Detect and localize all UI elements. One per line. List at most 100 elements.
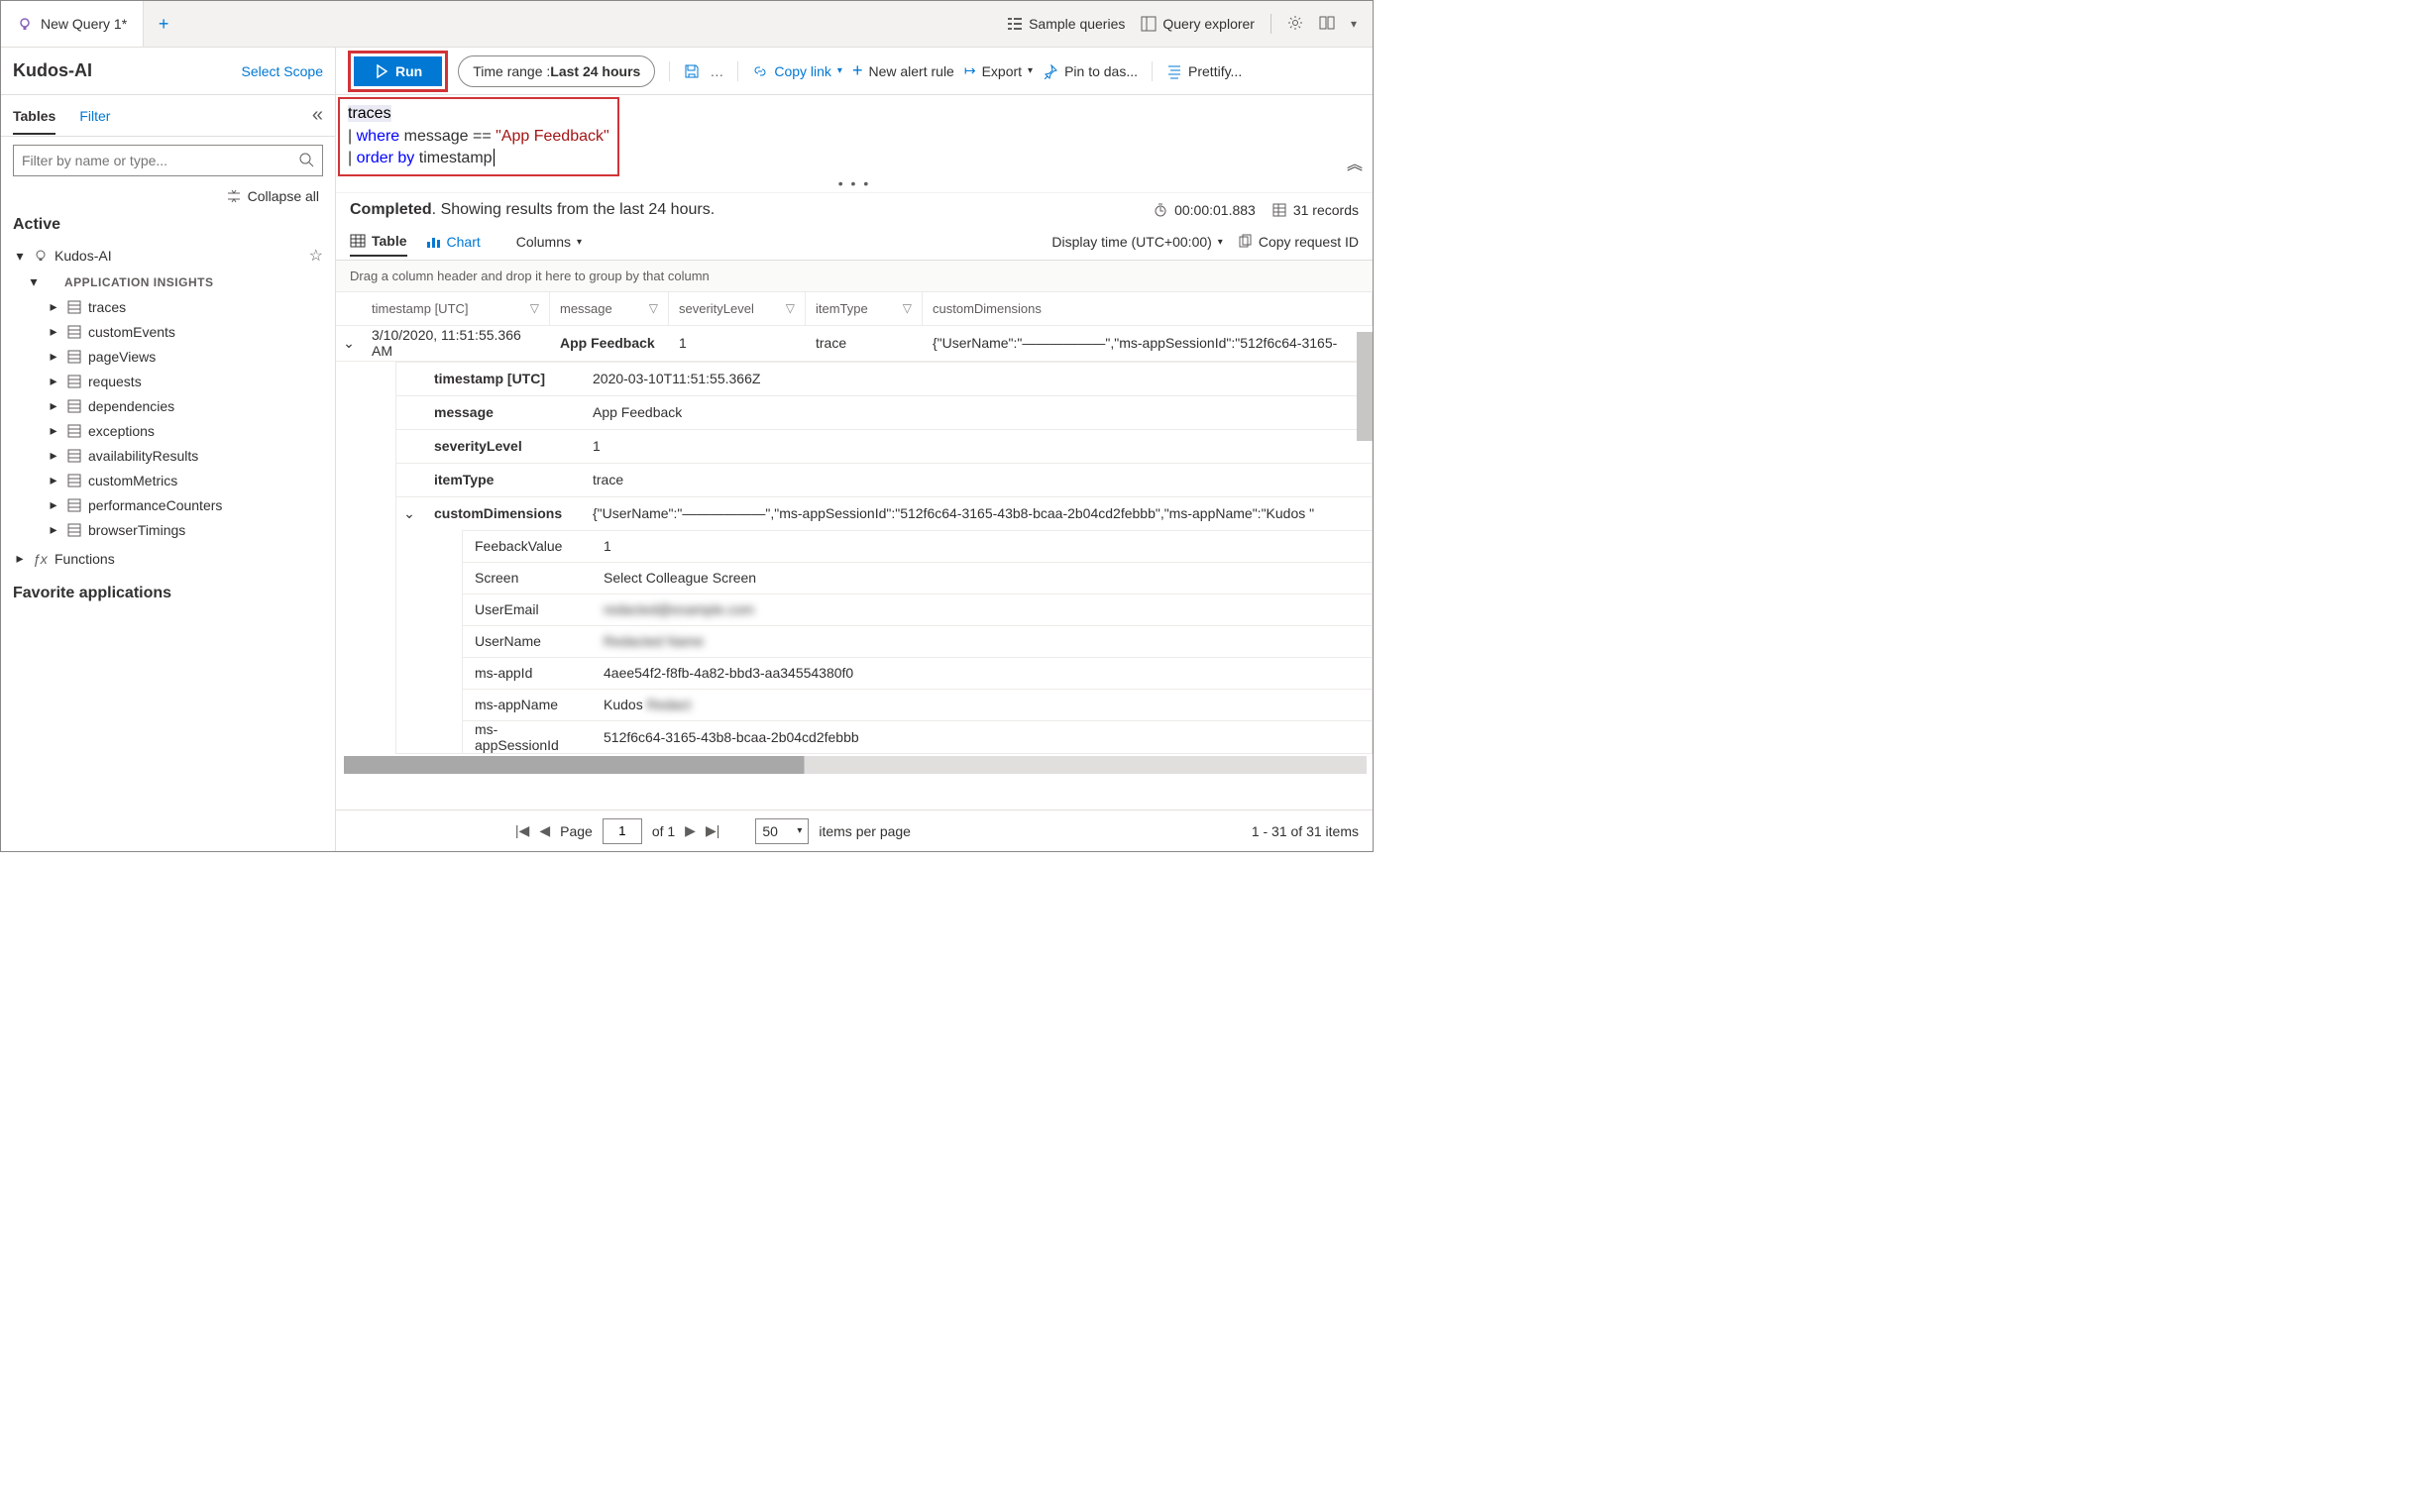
display-time-button[interactable]: Display time (UTC+00:00) ▾ [1051, 234, 1222, 250]
filter-icon[interactable]: ▽ [786, 301, 795, 315]
new-tab-button[interactable]: + [144, 1, 183, 47]
expand-detail-icon[interactable]: ⌄ [396, 505, 422, 522]
prettify-button[interactable]: Prettify... [1166, 63, 1242, 79]
sidebar-search[interactable] [13, 145, 323, 176]
horizontal-scrollbar[interactable] [344, 756, 1367, 774]
run-button[interactable]: Run [354, 56, 442, 86]
tree-group[interactable]: ▾ APPLICATION INSIGHTS [13, 270, 323, 294]
collapse-all-button[interactable]: Collapse all [226, 188, 319, 204]
copy-icon [1237, 234, 1253, 250]
tree-leaf-performanceCounters[interactable]: ▸performanceCounters [13, 492, 323, 517]
sub-key: FeebackValue [463, 538, 592, 554]
sub-key: ms-appName [463, 697, 592, 712]
vertical-scrollbar[interactable] [1357, 332, 1373, 441]
filter-icon[interactable]: ▽ [903, 301, 912, 315]
results-tab-table[interactable]: Table [350, 233, 407, 257]
filter-icon[interactable]: ▽ [530, 301, 539, 315]
pager-prev-icon[interactable]: ◀ [539, 822, 550, 839]
detail-key: itemType [422, 472, 581, 487]
new-alert-button[interactable]: + New alert rule [852, 60, 954, 81]
expand-row-icon[interactable]: ⌄ [336, 335, 362, 352]
tree-leaf-exceptions[interactable]: ▸exceptions [13, 418, 323, 443]
table-icon [66, 299, 82, 315]
plus-icon: + [852, 60, 863, 81]
col-message[interactable]: message▽ [550, 292, 669, 325]
copy-request-id-button[interactable]: Copy request ID [1237, 234, 1359, 250]
search-input[interactable] [22, 153, 298, 168]
sub-key: UserEmail [463, 601, 592, 617]
page-number-input[interactable] [603, 818, 642, 844]
detail-key: customDimensions [422, 505, 581, 521]
pager-first-icon[interactable]: |◀ [515, 822, 529, 839]
caret-right-icon: ▸ [47, 397, 60, 414]
table-row[interactable]: ⌄ 3/10/2020, 11:51:55.366 AM App Feedbac… [336, 326, 1373, 362]
sidebar-tab-filter[interactable]: Filter [79, 108, 110, 124]
table-icon [66, 398, 82, 414]
columns-button[interactable]: Columns ▾ [516, 234, 582, 250]
format-icon [1166, 63, 1182, 79]
select-scope-link[interactable]: Select Scope [242, 63, 324, 79]
query-editor[interactable]: traces | where message == "App Feedback"… [340, 99, 617, 174]
query-explorer-button[interactable]: Query explorer [1141, 16, 1255, 32]
pager-next-icon[interactable]: ▶ [685, 822, 696, 839]
tree-leaf-dependencies[interactable]: ▸dependencies [13, 393, 323, 418]
expand-up-icon[interactable]: ︽ [1347, 151, 1363, 174]
sub-row: ScreenSelect Colleague Screen [463, 562, 1372, 594]
sub-value: redacted@example.com [592, 601, 1372, 617]
sub-value: 1 [592, 538, 1372, 554]
pager-last-icon[interactable]: ▶| [706, 822, 719, 839]
table-icon [66, 473, 82, 488]
pager-summary: 1 - 31 of 31 items [1252, 823, 1359, 839]
query-tab-label: New Query 1* [41, 16, 127, 32]
tree-leaf-requests[interactable]: ▸requests [13, 369, 323, 393]
page-size-select[interactable]: 50▾ [755, 818, 809, 844]
chevron-down-icon[interactable]: ▾ [1351, 17, 1357, 31]
active-header: Active [13, 212, 323, 242]
col-timestamp[interactable]: timestamp [UTC]▽ [362, 292, 550, 325]
filter-icon[interactable]: ▽ [649, 301, 658, 315]
sidebar-tab-tables[interactable]: Tables [13, 108, 55, 124]
export-button[interactable]: ↦ Export ▾ [964, 62, 1033, 79]
sample-queries-button[interactable]: Sample queries [1007, 16, 1125, 32]
caret-right-icon: ▸ [13, 550, 27, 567]
tree-leaf-traces[interactable]: ▸traces [13, 294, 323, 319]
tree-leaf-customMetrics[interactable]: ▸customMetrics [13, 468, 323, 492]
tree-leaf-pageViews[interactable]: ▸pageViews [13, 344, 323, 369]
detail-value: 2020-03-10T11:51:55.366Z [581, 371, 1372, 386]
sidebar-collapse-icon[interactable]: « [312, 104, 323, 127]
save-icon [684, 63, 700, 79]
col-severity[interactable]: severityLevel▽ [669, 292, 806, 325]
table-icon [66, 423, 82, 439]
panels-icon[interactable] [1319, 15, 1335, 34]
export-icon: ↦ [964, 62, 976, 79]
resize-handle[interactable]: • • • [336, 178, 1373, 192]
favorite-star-icon[interactable]: ☆ [309, 246, 323, 266]
tree-leaf-customEvents[interactable]: ▸customEvents [13, 319, 323, 344]
caret-right-icon: ▸ [47, 496, 60, 513]
detail-value: {"UserName":"——————","ms-appSessionId":"… [581, 505, 1372, 521]
function-icon: ƒx [33, 551, 49, 567]
group-by-hint[interactable]: Drag a column header and drop it here to… [336, 261, 1373, 292]
stopwatch-icon [1153, 202, 1168, 218]
pin-button[interactable]: Pin to das... [1043, 63, 1138, 79]
tree-leaf-availabilityResults[interactable]: ▸availabilityResults [13, 443, 323, 468]
table-icon [1271, 202, 1287, 218]
sub-key: ms-appSessionId [463, 721, 592, 753]
query-tab[interactable]: New Query 1* [1, 1, 144, 47]
table-icon [66, 497, 82, 513]
list-icon [1007, 16, 1023, 32]
tree-root[interactable]: ▾ Kudos-AI ☆ [13, 242, 323, 270]
sub-value: 512f6c64-3165-43b8-bcaa-2b04cd2febbb [592, 729, 1372, 745]
tree-leaf-browserTimings[interactable]: ▸browserTimings [13, 517, 323, 542]
time-range-pill[interactable]: Time range : Last 24 hours [458, 55, 655, 87]
sub-value: Select Colleague Screen [592, 570, 1372, 586]
caret-right-icon: ▸ [47, 323, 60, 340]
col-itemtype[interactable]: itemType▽ [806, 292, 923, 325]
table-icon [66, 374, 82, 389]
settings-icon[interactable] [1287, 15, 1303, 34]
results-tab-chart[interactable]: Chart [425, 234, 481, 250]
copy-link-button[interactable]: Copy link ▾ [752, 63, 842, 79]
col-customdimensions[interactable]: customDimensions [923, 292, 1373, 325]
tree-functions[interactable]: ▸ ƒx Functions [13, 546, 323, 571]
save-button[interactable] [684, 63, 700, 79]
